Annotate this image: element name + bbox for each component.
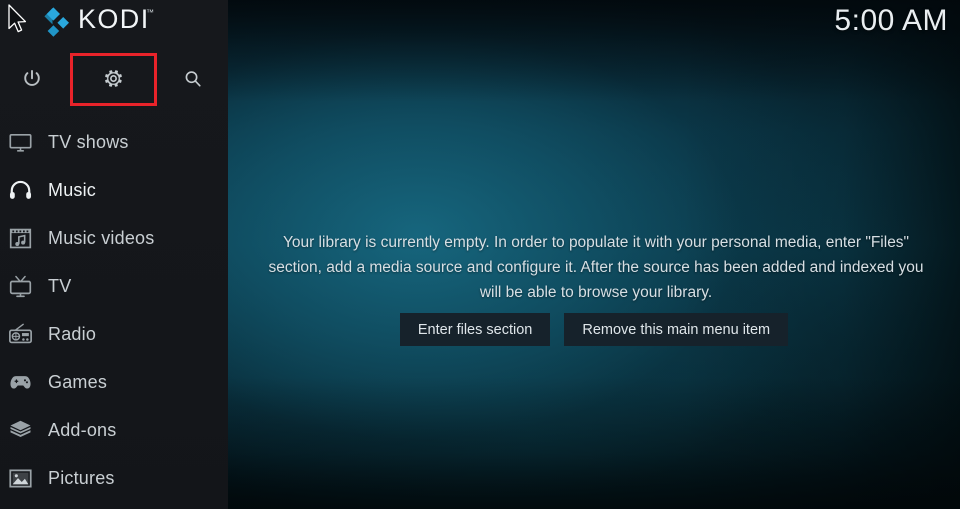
sidebar-item-label: TV shows (48, 131, 129, 152)
gear-icon (105, 70, 122, 87)
sidebar-item-add-ons[interactable]: Add-ons (0, 406, 228, 454)
search-button[interactable] (161, 52, 225, 106)
sidebar-item-label: Music videos (48, 227, 155, 248)
settings-button[interactable] (70, 52, 157, 105)
sidebar-item-pictures[interactable]: Pictures (0, 454, 228, 502)
sidebar-item-label: Games (48, 371, 108, 392)
power-button[interactable] (0, 52, 64, 106)
kodi-app-window: 5:00 AM KODI ™ TV shows Music Music vide… (0, 0, 960, 509)
search-icon (185, 71, 201, 87)
remove-main-menu-item-button[interactable]: Remove this main menu item (564, 313, 789, 346)
sidebar-item-tv-shows[interactable]: TV shows (0, 118, 228, 166)
app-logo: KODI ™ (0, 0, 228, 46)
sidebar-item-music[interactable]: Music (0, 166, 228, 214)
sidebar-item-label: TV (48, 275, 72, 296)
tv-antenna-icon (8, 274, 33, 299)
gamepad-icon (8, 370, 33, 395)
package-box-icon (8, 418, 33, 443)
sidebar-item-tv[interactable]: TV (0, 262, 228, 310)
sidebar-top-actions (0, 52, 228, 108)
picture-icon (8, 466, 33, 491)
app-logo-text: KODI (78, 4, 150, 34)
enter-files-section-button[interactable]: Enter files section (399, 313, 551, 346)
headphones-icon (8, 178, 33, 203)
content-background (228, 0, 960, 509)
sidebar-item-music-videos[interactable]: Music videos (0, 214, 228, 262)
radio-icon (8, 322, 33, 347)
sidebar-item-label: Add-ons (48, 419, 117, 440)
sidebar-item-games[interactable]: Games (0, 358, 228, 406)
sidebar-item-label: Music (48, 179, 97, 200)
tv-monitor-icon (8, 130, 33, 155)
sidebar-item-label: Radio (48, 323, 97, 344)
empty-library-actions: Enter files section Remove this main men… (228, 313, 960, 346)
sidebar-item-label: Pictures (48, 467, 115, 488)
sidebar-item-radio[interactable]: Radio (0, 310, 228, 358)
kodi-logo-icon (38, 6, 72, 38)
power-icon (24, 69, 40, 86)
trademark-mark: ™ (146, 8, 154, 17)
sidebar: KODI ™ TV shows Music Music videos TV Ra… (0, 0, 228, 509)
clock: 5:00 AM (834, 4, 948, 37)
main-menu: TV shows Music Music videos TV Radio Gam… (0, 118, 228, 502)
film-note-icon (8, 226, 33, 251)
